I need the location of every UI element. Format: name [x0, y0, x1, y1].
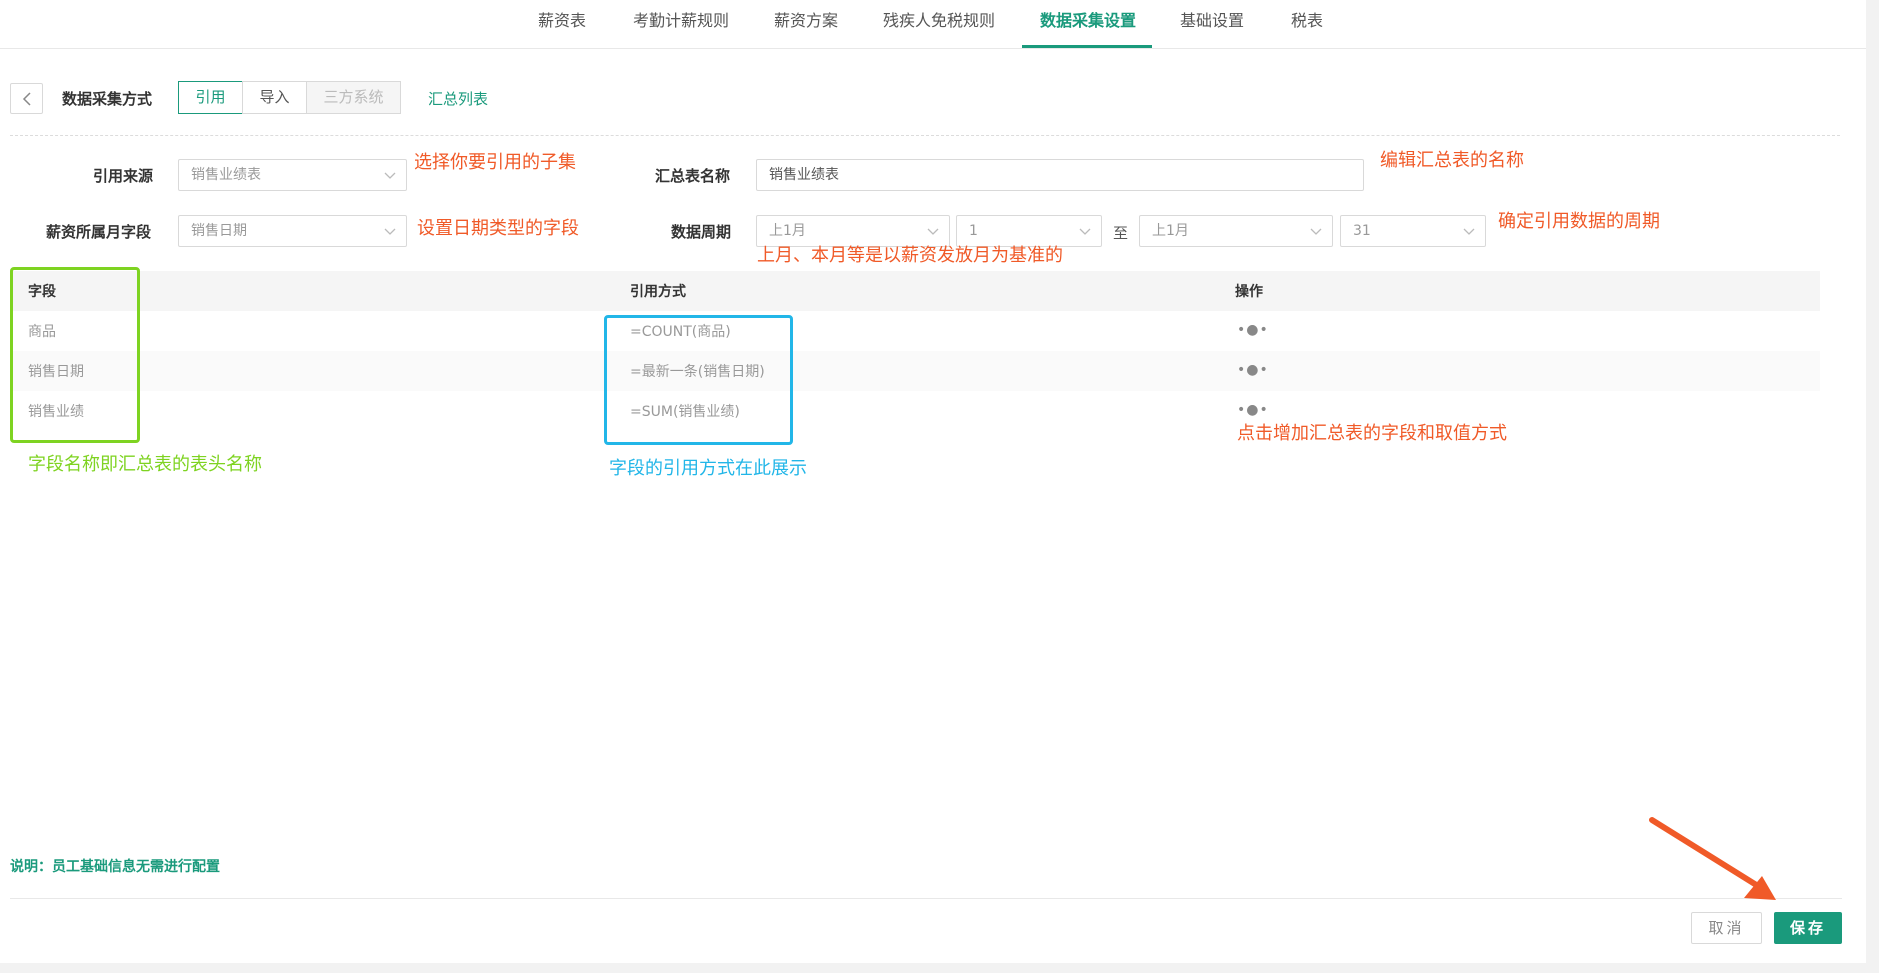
- bottom-gutter: [0, 963, 1879, 973]
- table-row: [10, 391, 1820, 431]
- table-row: [10, 311, 1820, 351]
- month-field-annotation: 设置日期类型的字段: [417, 218, 579, 239]
- column-header-method: 引用方式: [630, 284, 686, 300]
- period-annotation: 确定引用数据的周期: [1498, 211, 1660, 232]
- footer-note: 说明：员工基础信息无需进行配置: [10, 859, 220, 875]
- chevron-down-icon: [1079, 228, 1091, 235]
- period-end-month-value: 上1月: [1152, 223, 1189, 239]
- source-select[interactable]: 销售业绩表: [178, 159, 407, 191]
- summary-name-label: 汇总表名称: [655, 167, 731, 185]
- period-start-month-value: 上1月: [769, 223, 806, 239]
- back-button[interactable]: [10, 83, 43, 114]
- tab-data-collection[interactable]: 数据采集设置: [1040, 0, 1136, 49]
- chevron-left-icon: [22, 91, 31, 106]
- month-field-select[interactable]: 销售日期: [178, 215, 407, 247]
- tab-salary-table[interactable]: 薪资表: [538, 0, 586, 49]
- source-label: 引用来源: [93, 167, 154, 185]
- chevron-down-icon: [1463, 228, 1475, 235]
- top-tab-bar: 薪资表 考勤计薪规则 薪资方案 残疾人免税规则 数据采集设置 基础设置 税表: [0, 0, 1866, 49]
- column-header-action: 操作: [1235, 284, 1263, 300]
- period-label: 数据周期: [671, 223, 732, 241]
- period-basis-annotation: 上月、本月等是以薪资发放月为基准的: [757, 245, 1063, 266]
- method-option-reference[interactable]: 引用: [178, 81, 243, 114]
- source-annotation: 选择你要引用的子集: [414, 152, 576, 173]
- period-end-day-value: 31: [1353, 223, 1371, 239]
- method-option-import[interactable]: 导入: [242, 81, 307, 114]
- row-more-icon[interactable]: •●•: [1237, 402, 1269, 418]
- chevron-down-icon: [1310, 228, 1322, 235]
- summary-name-annotation: 编辑汇总表的名称: [1380, 150, 1524, 171]
- period-start-day-value: 1: [969, 223, 978, 239]
- method-highlight-box: [604, 315, 793, 445]
- active-tab-underline: [1022, 45, 1152, 48]
- cancel-button[interactable]: 取消: [1691, 912, 1762, 944]
- arrow-pointer-icon: [1649, 817, 1776, 900]
- summary-name-input[interactable]: 销售业绩表: [756, 159, 1364, 191]
- method-annotation: 字段的引用方式在此展示: [609, 458, 807, 479]
- period-end-day-select[interactable]: 31: [1340, 215, 1486, 247]
- period-separator: 至: [1113, 224, 1129, 242]
- summary-list-link[interactable]: 汇总列表: [428, 88, 488, 109]
- source-select-value: 销售业绩表: [191, 167, 261, 183]
- chevron-down-icon: [384, 228, 396, 235]
- chevron-down-icon: [927, 228, 939, 235]
- tab-salary-plan[interactable]: 薪资方案: [774, 0, 838, 49]
- method-option-third-party[interactable]: 三方系统: [306, 81, 401, 114]
- month-field-label: 薪资所属月字段: [46, 223, 152, 241]
- table-row: [10, 351, 1820, 391]
- add-field-annotation: 点击增加汇总表的字段和取值方式: [1237, 423, 1507, 444]
- section-divider: [10, 135, 1840, 136]
- tab-attendance-rules[interactable]: 考勤计薪规则: [633, 0, 729, 49]
- chevron-down-icon: [384, 172, 396, 179]
- footer-divider: [10, 898, 1842, 899]
- field-annotation: 字段名称即汇总表的表头名称: [28, 454, 262, 475]
- field-highlight-box: [10, 267, 140, 443]
- tab-tax-table[interactable]: 税表: [1291, 0, 1323, 49]
- row-more-icon[interactable]: •●•: [1237, 322, 1269, 338]
- table-header: [10, 271, 1820, 311]
- tab-basic-settings[interactable]: 基础设置: [1180, 0, 1244, 49]
- row-more-icon[interactable]: •●•: [1237, 362, 1269, 378]
- period-end-month-select[interactable]: 上1月: [1139, 215, 1333, 247]
- save-button[interactable]: 保存: [1774, 912, 1842, 944]
- tab-disabled-tax-rules[interactable]: 残疾人免税规则: [883, 0, 995, 49]
- month-field-select-value: 销售日期: [191, 223, 247, 239]
- scrollbar-track[interactable]: [1866, 0, 1879, 973]
- collection-method-label: 数据采集方式: [62, 90, 153, 108]
